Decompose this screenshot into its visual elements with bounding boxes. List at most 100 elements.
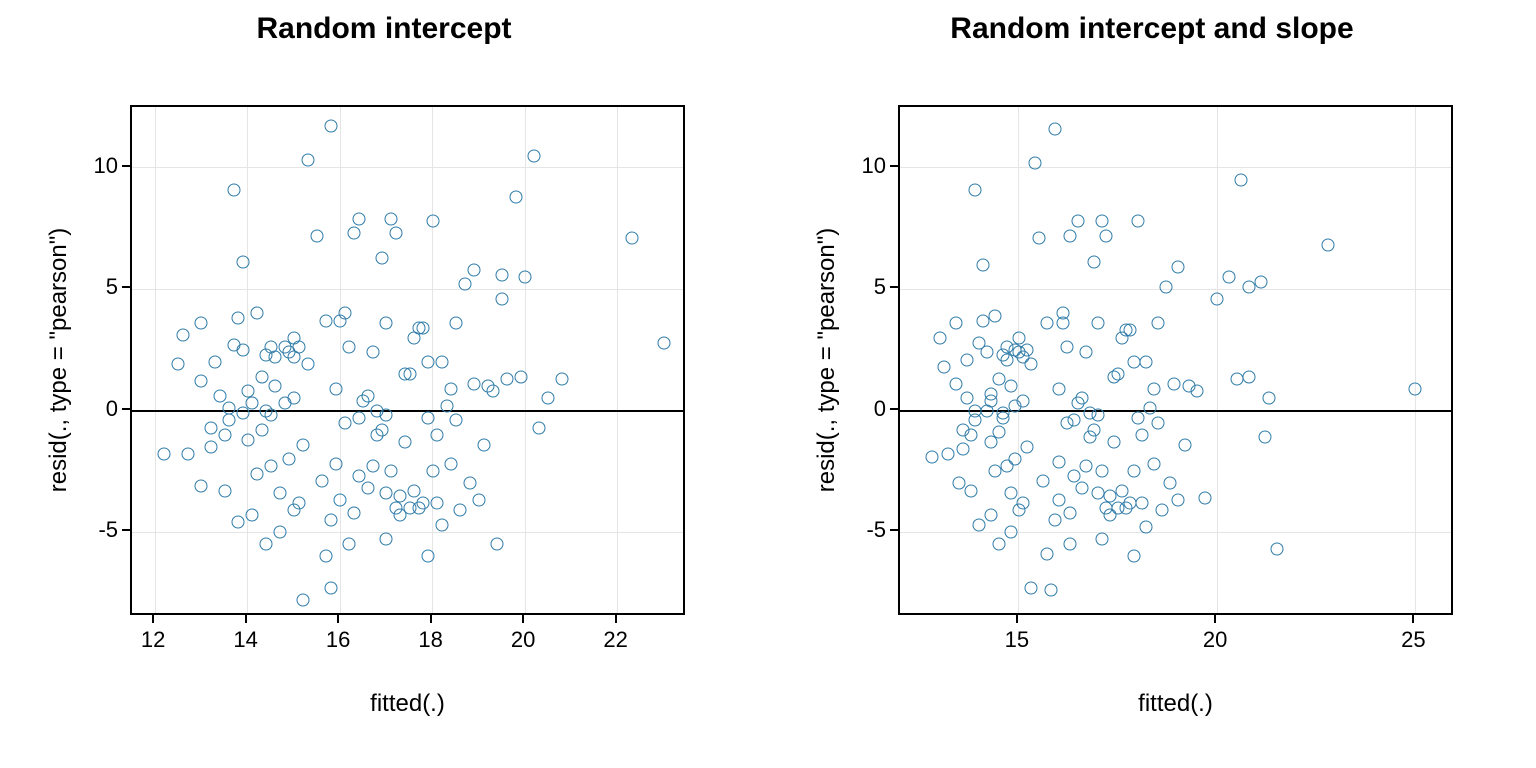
- scatter-point: [1147, 382, 1160, 395]
- scatter-point: [925, 450, 938, 463]
- scatter-point: [1088, 424, 1101, 437]
- scatter-point: [989, 309, 1002, 322]
- scatter-point: [542, 392, 555, 405]
- scatter-point: [500, 373, 513, 386]
- scatter-point: [937, 360, 950, 373]
- scatter-point: [417, 496, 430, 509]
- scatter-point: [519, 271, 532, 284]
- scatter-point: [445, 382, 458, 395]
- scatter-point: [1005, 487, 1018, 500]
- scatter-point: [1020, 441, 1033, 454]
- scatter-point: [348, 506, 361, 519]
- scatter-point: [1016, 394, 1029, 407]
- scatter-point: [993, 538, 1006, 551]
- scatter-point: [1112, 368, 1125, 381]
- scatter-point: [1052, 382, 1065, 395]
- scatter-point: [292, 341, 305, 354]
- y-tick-mark: [890, 529, 898, 531]
- y-tick-mark: [122, 165, 130, 167]
- scatter-point: [1147, 458, 1160, 471]
- scatter-point: [297, 438, 310, 451]
- scatter-point: [158, 448, 171, 461]
- y-tick-mark: [890, 286, 898, 288]
- scatter-point: [1080, 460, 1093, 473]
- scatter-point: [1005, 380, 1018, 393]
- scatter-point: [329, 382, 342, 395]
- scatter-point: [223, 402, 236, 415]
- scatter-point: [463, 477, 476, 490]
- scatter-point: [1040, 547, 1053, 560]
- scatter-point: [1096, 533, 1109, 546]
- scatter-point: [949, 377, 962, 390]
- x-tick-label: 20: [511, 627, 535, 653]
- scatter-point: [1151, 416, 1164, 429]
- scatter-point: [334, 494, 347, 507]
- scatter-point: [301, 358, 314, 371]
- scatter-point: [1116, 484, 1129, 497]
- y-tick-label: -5: [98, 517, 118, 543]
- x-axis-label: fitted(.): [898, 690, 1453, 718]
- scatter-point: [961, 392, 974, 405]
- scatter-point: [366, 346, 379, 359]
- scatter-point: [949, 317, 962, 330]
- y-tick-mark: [890, 165, 898, 167]
- scatter-point: [1223, 271, 1236, 284]
- scatter-point: [361, 390, 374, 403]
- scatter-point: [380, 409, 393, 422]
- scatter-point: [1258, 431, 1271, 444]
- scatter-point: [496, 292, 509, 305]
- scatter-point: [232, 312, 245, 325]
- scatter-point: [1139, 356, 1152, 369]
- scatter-point: [204, 421, 217, 434]
- scatter-point: [496, 268, 509, 281]
- scatter-point: [1056, 307, 1069, 320]
- scatter-point: [1068, 414, 1081, 427]
- scatter-point: [1096, 215, 1109, 228]
- scatter-point: [1179, 438, 1192, 451]
- scatter-point: [969, 183, 982, 196]
- scatter-point: [1171, 494, 1184, 507]
- x-tick-mark: [615, 615, 617, 623]
- scatter-point: [985, 394, 998, 407]
- gridline-horizontal: [132, 167, 683, 168]
- x-tick-label: 15: [1005, 627, 1029, 653]
- scatter-point: [218, 484, 231, 497]
- y-tick-mark: [890, 408, 898, 410]
- y-tick-label: 10: [94, 153, 118, 179]
- scatter-point: [1012, 331, 1025, 344]
- scatter-point: [1016, 496, 1029, 509]
- scatter-point: [486, 385, 499, 398]
- scatter-point: [315, 475, 328, 488]
- scatter-point: [435, 356, 448, 369]
- panel-title: Random intercept and slope: [768, 12, 1536, 46]
- scatter-point: [241, 433, 254, 446]
- scatter-point: [237, 256, 250, 269]
- scatter-point: [1199, 492, 1212, 505]
- scatter-point: [941, 448, 954, 461]
- scatter-point: [1024, 358, 1037, 371]
- scatter-point: [449, 317, 462, 330]
- scatter-point: [1005, 526, 1018, 539]
- x-tick-label: 22: [603, 627, 627, 653]
- scatter-point: [338, 416, 351, 429]
- scatter-point: [1008, 453, 1021, 466]
- scatter-point: [195, 317, 208, 330]
- scatter-point: [454, 504, 467, 517]
- scatter-point: [255, 370, 268, 383]
- scatter-point: [1092, 317, 1105, 330]
- x-tick-mark: [430, 615, 432, 623]
- y-tick-mark: [122, 286, 130, 288]
- scatter-point: [385, 212, 398, 225]
- scatter-point: [1028, 156, 1041, 169]
- scatter-point: [176, 329, 189, 342]
- scatter-point: [389, 227, 402, 240]
- scatter-point: [1211, 292, 1224, 305]
- scatter-point: [477, 438, 490, 451]
- scatter-point: [1044, 584, 1057, 597]
- scatter-point: [1108, 436, 1121, 449]
- scatter-point: [1048, 513, 1061, 526]
- scatter-point: [1139, 521, 1152, 534]
- scatter-point: [204, 441, 217, 454]
- plot-area: [130, 105, 685, 615]
- scatter-point: [1060, 341, 1073, 354]
